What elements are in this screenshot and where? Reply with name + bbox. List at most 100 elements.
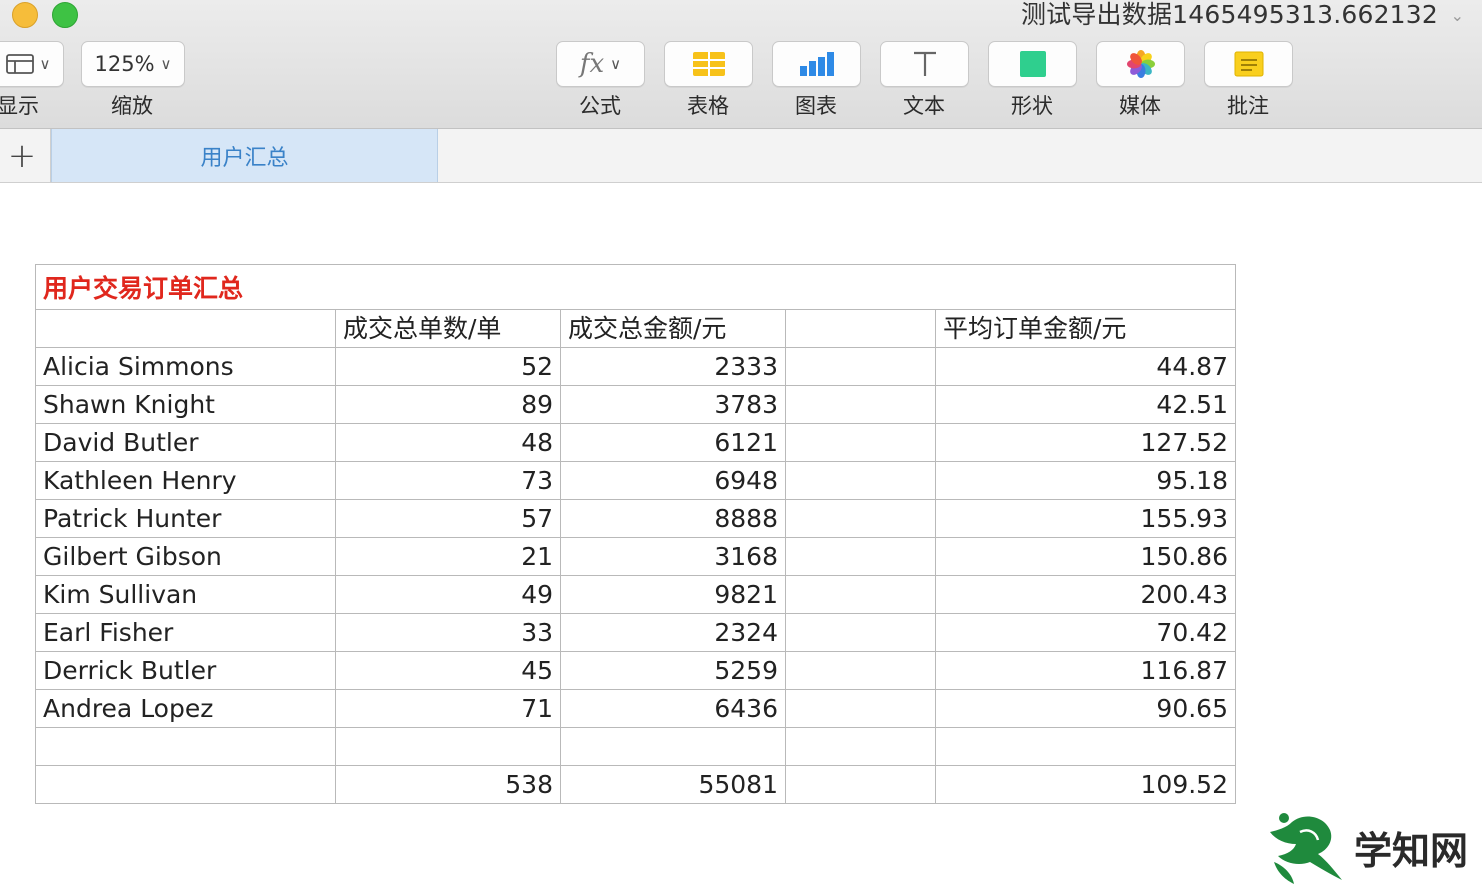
table-row: Alicia Simmons 52 2333 44.87 bbox=[35, 347, 1236, 386]
table-cell[interactable] bbox=[785, 385, 936, 424]
table-cell[interactable]: 48 bbox=[335, 423, 561, 462]
table-cell[interactable] bbox=[785, 537, 936, 576]
user-name-cell[interactable]: Andrea Lopez bbox=[35, 689, 336, 728]
table-cell[interactable] bbox=[785, 347, 936, 386]
table-cell[interactable]: 71 bbox=[335, 689, 561, 728]
add-sheet-button[interactable]: + bbox=[0, 129, 51, 182]
table-cell[interactable] bbox=[785, 689, 936, 728]
add-comment-button[interactable] bbox=[1204, 41, 1293, 87]
table-cell[interactable] bbox=[785, 764, 936, 804]
insert-shape-button[interactable] bbox=[988, 41, 1077, 87]
table-cell[interactable]: 57 bbox=[335, 499, 561, 538]
chevron-down-icon[interactable]: ⌄ bbox=[1451, 6, 1464, 25]
table-cell[interactable]: 90.65 bbox=[935, 689, 1236, 728]
table-row: Andrea Lopez 71 6436 90.65 bbox=[35, 689, 1236, 728]
table-cell[interactable]: 52 bbox=[335, 347, 561, 386]
user-name-cell[interactable]: David Butler bbox=[35, 423, 336, 462]
table-cell[interactable]: 45 bbox=[335, 651, 561, 690]
user-name-cell[interactable]: Kim Sullivan bbox=[35, 575, 336, 614]
user-name-cell[interactable] bbox=[35, 764, 336, 804]
table-cell[interactable]: 6948 bbox=[560, 461, 786, 500]
insert-chart-button[interactable] bbox=[772, 41, 861, 87]
view-button[interactable]: ∨ bbox=[0, 41, 64, 87]
minimize-window-button[interactable] bbox=[12, 2, 38, 28]
photos-flower-icon bbox=[1126, 50, 1155, 78]
table-row: Derrick Butler 45 5259 116.87 bbox=[35, 651, 1236, 690]
user-name-cell[interactable]: Shawn Knight bbox=[35, 385, 336, 424]
header-cell[interactable]: 平均订单金额/元 bbox=[935, 309, 1236, 348]
table-cell[interactable] bbox=[560, 727, 786, 766]
table-cell[interactable]: 5259 bbox=[560, 651, 786, 690]
shape-square-icon bbox=[1019, 51, 1046, 77]
table-cell[interactable]: 3168 bbox=[560, 537, 786, 576]
table-cell[interactable]: 200.43 bbox=[935, 575, 1236, 614]
table-cell[interactable] bbox=[785, 613, 936, 652]
table-cell[interactable]: 3783 bbox=[560, 385, 786, 424]
zoom-window-button[interactable] bbox=[52, 2, 78, 28]
table-cell[interactable] bbox=[935, 727, 1236, 766]
user-name-cell[interactable]: Derrick Butler bbox=[35, 651, 336, 690]
table-cell[interactable]: 2324 bbox=[560, 613, 786, 652]
table-cell[interactable]: 155.93 bbox=[935, 499, 1236, 538]
sidebar-view-icon bbox=[5, 54, 34, 74]
table-cell[interactable]: 95.18 bbox=[935, 461, 1236, 500]
zoom-label: 缩放 bbox=[111, 94, 153, 118]
table-cell[interactable] bbox=[785, 727, 936, 766]
table-cell[interactable] bbox=[785, 499, 936, 538]
table-cell[interactable]: 538 bbox=[335, 764, 561, 804]
table-cell[interactable]: 42.51 bbox=[935, 385, 1236, 424]
table-cell[interactable]: 21 bbox=[335, 537, 561, 576]
table-cell[interactable]: 150.86 bbox=[935, 537, 1236, 576]
table-cell[interactable]: 8888 bbox=[560, 499, 786, 538]
table-cell[interactable] bbox=[785, 423, 936, 462]
table-cell[interactable] bbox=[785, 651, 936, 690]
insert-table-button[interactable] bbox=[664, 41, 753, 87]
user-name-cell[interactable]: Kathleen Henry bbox=[35, 461, 336, 500]
table-cell[interactable]: 49 bbox=[335, 575, 561, 614]
spreadsheet-table[interactable]: 用户交易订单汇总 成交总单数/单 成交总金额/元 平均订单金额/元 Alicia… bbox=[35, 264, 1236, 804]
view-label: 显示 bbox=[0, 94, 39, 118]
header-row: 成交总单数/单 成交总金额/元 平均订单金额/元 bbox=[35, 309, 1236, 348]
user-name-cell[interactable]: Alicia Simmons bbox=[35, 347, 336, 386]
header-cell[interactable] bbox=[35, 309, 336, 348]
chevron-down-icon: ∨ bbox=[39, 55, 51, 73]
table-cell[interactable]: 70.42 bbox=[935, 613, 1236, 652]
header-cell[interactable] bbox=[785, 309, 936, 348]
table-cell[interactable] bbox=[785, 575, 936, 614]
table-cell[interactable]: 2333 bbox=[560, 347, 786, 386]
header-cell[interactable]: 成交总单数/单 bbox=[335, 309, 561, 348]
table-cell[interactable] bbox=[785, 461, 936, 500]
user-name-cell[interactable] bbox=[35, 727, 336, 766]
table-cell[interactable]: 116.87 bbox=[935, 651, 1236, 690]
user-name-cell[interactable]: Earl Fisher bbox=[35, 613, 336, 652]
table-cell[interactable]: 44.87 bbox=[935, 347, 1236, 386]
table-cell[interactable]: 33 bbox=[335, 613, 561, 652]
table-cell[interactable] bbox=[335, 727, 561, 766]
formula-button[interactable]: fx ∨ bbox=[556, 41, 645, 87]
table-row: Kathleen Henry 73 6948 95.18 bbox=[35, 461, 1236, 500]
media-label: 媒体 bbox=[1119, 94, 1161, 118]
zoom-button[interactable]: 125% ∨ bbox=[81, 41, 185, 87]
table-title[interactable]: 用户交易订单汇总 bbox=[35, 264, 1236, 310]
user-name-cell[interactable]: Gilbert Gibson bbox=[35, 537, 336, 576]
table-cell[interactable]: 6121 bbox=[560, 423, 786, 462]
table-cell[interactable]: 73 bbox=[335, 461, 561, 500]
table-cell[interactable]: 6436 bbox=[560, 689, 786, 728]
chart-label: 图表 bbox=[795, 94, 837, 118]
watermark-text: 学知网 bbox=[1354, 828, 1469, 873]
tab-user-summary[interactable]: 用户汇总 bbox=[51, 129, 438, 182]
header-cell[interactable]: 成交总金额/元 bbox=[560, 309, 786, 348]
comment-note-icon bbox=[1234, 51, 1263, 77]
insert-text-button[interactable] bbox=[880, 41, 969, 87]
document-title[interactable]: 测试导出数据1465495313.662132 bbox=[1021, 0, 1438, 30]
table-cell[interactable]: 89 bbox=[335, 385, 561, 424]
table-row: Shawn Knight 89 3783 42.51 bbox=[35, 385, 1236, 424]
table-cell[interactable]: 9821 bbox=[560, 575, 786, 614]
table-icon bbox=[692, 52, 725, 76]
table-cell[interactable]: 55081 bbox=[560, 764, 786, 804]
table-cell[interactable]: 109.52 bbox=[935, 764, 1236, 804]
insert-media-button[interactable] bbox=[1096, 41, 1185, 87]
table-cell[interactable]: 127.52 bbox=[935, 423, 1236, 462]
user-name-cell[interactable]: Patrick Hunter bbox=[35, 499, 336, 538]
shape-label: 形状 bbox=[1011, 94, 1053, 118]
